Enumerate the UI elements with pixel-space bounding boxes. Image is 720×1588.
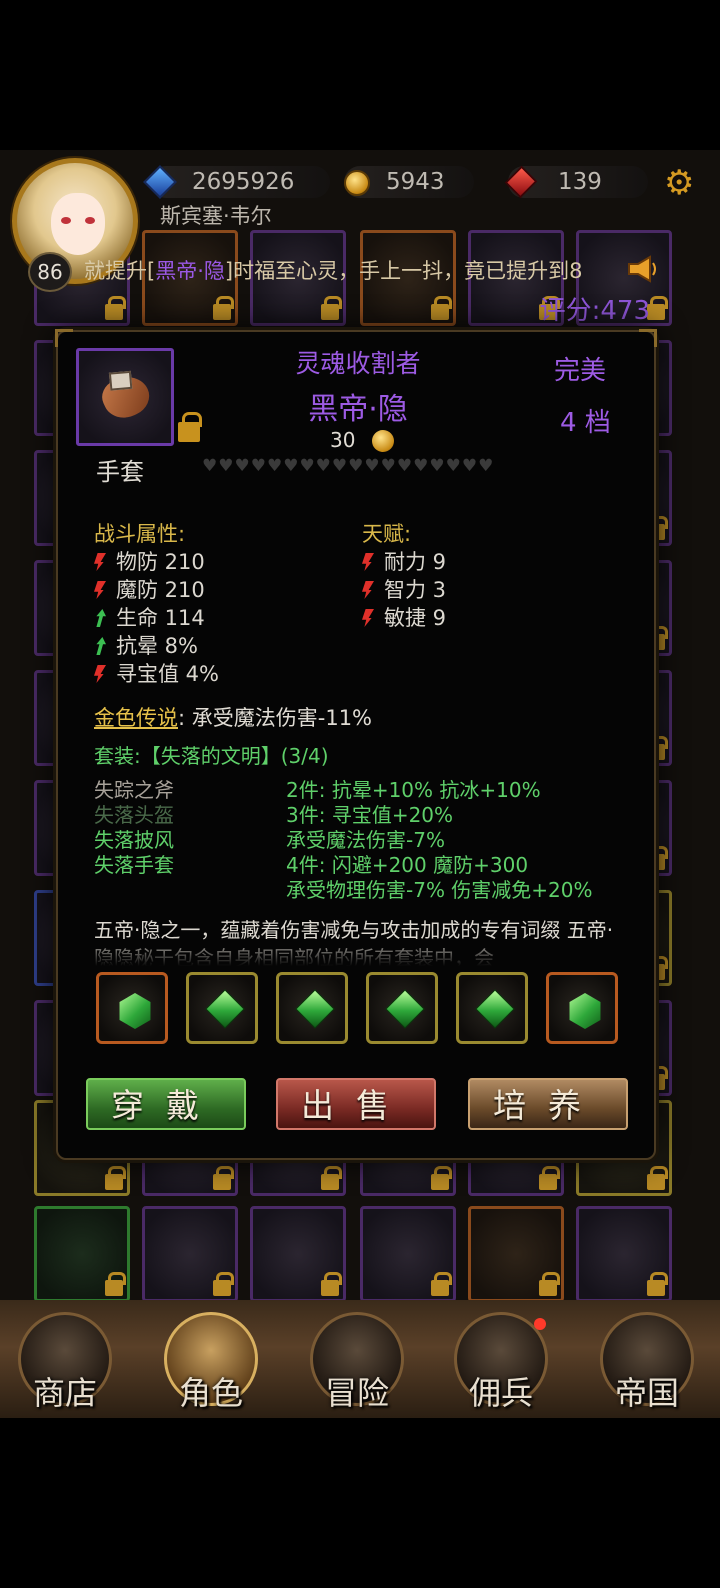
green-gem-icon [205,989,245,1029]
set-title: 套装:【失落的文明】(3/4) [94,744,329,768]
inventory-slot[interactable] [576,1206,672,1302]
lock-icon [321,1272,342,1296]
marquee-prefix: 就提升[ [84,259,156,283]
lock-icon [105,1272,126,1296]
avatar-face [51,193,105,255]
arrow-down-icon [94,553,106,571]
nav-shop[interactable]: 商店 [10,1306,120,1416]
gem-socket[interactable] [546,972,618,1044]
arrow-up-icon [96,637,106,655]
nav-adventure-label: 冒险 [324,1374,389,1412]
eye-icon [85,217,95,224]
combat-stat: 寻宝值 4% [94,660,219,688]
gem-count: 139 [558,169,602,195]
lock-icon [105,1166,126,1190]
coin-icon [372,430,394,452]
lock-icon [213,1166,234,1190]
item-type: 手套 [96,458,144,486]
coin-icon [344,170,370,196]
lock-icon [431,1272,452,1296]
arrow-down-icon [362,609,374,627]
gem-socket[interactable] [96,972,168,1044]
wear-button[interactable]: 穿戴 [86,1078,246,1130]
arrow-down-icon [362,553,374,571]
lock-icon [431,296,452,320]
arrow-up-icon [96,609,106,627]
lock-icon [213,296,234,320]
lock-icon [539,1166,560,1190]
set-bonus: 承受物理伤害-7% 伤害减免+20% [286,878,593,902]
green-gem-icon [295,989,335,1029]
item-quality: 完美 [554,356,607,386]
talent-label: 天赋: [362,522,412,546]
combat-stat: 魔防 210 [94,576,205,604]
talent-stat: 智力 3 [362,576,446,604]
notification-dot [534,1318,546,1330]
nav-role[interactable]: 角色 [156,1306,266,1416]
heart-row: ♥♥♥♥♥♥♥♥♥♥♥♥♥♥♥♥♥♥ [202,456,495,476]
nav-role-label: 角色 [178,1374,243,1412]
set-item: 失落手套 [94,853,174,877]
speaker-icon[interactable] [626,254,660,284]
legendary-label[interactable]: 金色传说 [94,706,178,730]
combat-stat: 生命 114 [94,604,205,632]
marquee-suffix: ]时福至心灵，手上一抖，竟已提升到8 [224,259,583,283]
nav-adventure[interactable]: 冒险 [302,1306,412,1416]
inventory-slot[interactable] [360,1206,456,1302]
item-grade: 4 档 [560,408,611,438]
gem-socket[interactable] [366,972,438,1044]
combat-stat: 抗晕 8% [94,632,198,660]
arrow-down-icon [94,665,106,683]
train-button[interactable]: 培养 [468,1078,628,1130]
lock-icon [431,1166,452,1190]
player-name: 斯宾塞·韦尔 [160,204,272,228]
nav-shop-label: 商店 [32,1374,97,1412]
inventory-slot[interactable] [468,1206,564,1302]
green-gem-icon [475,989,515,1029]
combat-stat: 物防 210 [94,548,205,576]
score-label: 评分:473 [539,296,650,326]
lock-icon [321,296,342,320]
announcement-marquee: 就提升[黑帝·隐]时福至心灵，手上一抖，竟已提升到8 [84,254,644,288]
nav-empire-label: 帝国 [614,1374,679,1412]
legendary-text: : 承受魔法伤害-11% [178,706,373,730]
lock-icon [105,296,126,320]
sell-button[interactable]: 出售 [276,1078,436,1130]
lock-icon [213,1272,234,1296]
description-fade [94,944,624,966]
crystal-count: 2695926 [192,169,295,195]
item-detail-panel: 手套 灵魂收割者 黑帝·隐 30 完美 4 档 ♥♥♥♥♥♥♥♥♥♥♥♥♥♥♥♥… [55,329,657,1160]
combat-label: 战斗属性: [94,522,186,546]
green-gem-icon [569,993,601,1029]
arrow-down-icon [94,581,106,599]
item-price: 30 [330,428,356,452]
arrow-down-icon [362,581,374,599]
green-gem-icon [119,993,151,1029]
green-gem-icon [385,989,425,1029]
gear-icon[interactable]: ⚙ [664,166,694,200]
nav-empire[interactable]: 帝国 [592,1306,702,1416]
gem-socket[interactable] [276,972,348,1044]
legendary-effect: 金色传说: 承受魔法伤害-11% [94,702,372,732]
lock-icon [321,1166,342,1190]
inventory-slot[interactable] [250,1206,346,1302]
gem-socket[interactable] [186,972,258,1044]
nav-mercenary-label: 佣兵 [468,1374,533,1412]
eye-icon [61,217,71,224]
inventory-slot[interactable] [142,1206,238,1302]
talent-stat: 敏捷 9 [362,604,446,632]
talent-stat: 耐力 9 [362,548,446,576]
level-badge: 86 [28,252,72,292]
gem-socket[interactable] [456,972,528,1044]
inventory-slot[interactable] [34,1206,130,1302]
marquee-item: 黑帝·隐 [155,259,225,283]
lock-icon [647,1166,668,1190]
coin-count: 5943 [386,169,445,195]
lock-icon [539,1272,560,1296]
lock-icon [647,1272,668,1296]
